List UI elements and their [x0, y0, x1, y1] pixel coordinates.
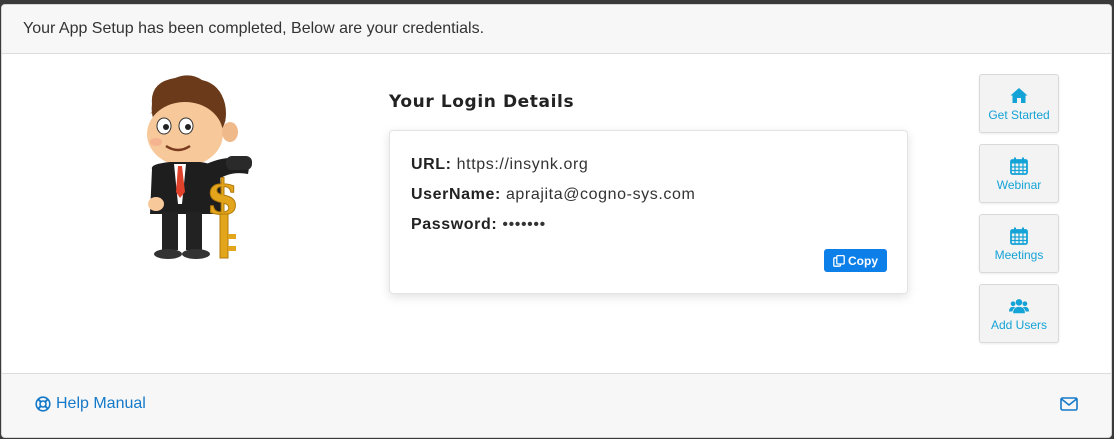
login-details-title: Your Login Details: [389, 92, 575, 112]
add-users-label: Add Users: [990, 317, 1048, 332]
meetings-label: Meetings: [994, 247, 1044, 262]
calendar-icon: [1010, 227, 1028, 245]
life-ring-icon: [35, 396, 51, 412]
username-label: UserName:: [411, 186, 501, 203]
get-started-button[interactable]: Get Started: [979, 74, 1059, 133]
card-header: Your App Setup has been completed, Below…: [2, 5, 1111, 54]
url-value: https://insynk.org: [456, 156, 589, 173]
envelope-icon[interactable]: [1060, 396, 1078, 412]
help-manual-link[interactable]: Help Manual: [35, 395, 146, 413]
username-value: aprajita@cogno-sys.com: [505, 186, 696, 203]
card-footer: Help Manual: [2, 373, 1111, 437]
setup-complete-card: Your App Setup has been completed, Below…: [1, 4, 1112, 438]
card-body: $ Your Login Details URL: https://insynk…: [2, 54, 1111, 375]
url-label: URL:: [411, 156, 452, 173]
users-icon: [1009, 298, 1029, 313]
add-users-button[interactable]: Add Users: [979, 284, 1059, 343]
password-value: •••••••: [502, 216, 546, 233]
copy-label: Copy: [848, 253, 878, 268]
businessman-with-key-illustration: $: [147, 75, 252, 259]
password-label: Password:: [411, 216, 498, 233]
get-started-label: Get Started: [988, 107, 1050, 122]
home-icon: [1010, 87, 1028, 103]
username-row: UserName: aprajita@cogno-sys.com: [411, 186, 695, 204]
setup-message: Your App Setup has been completed, Below…: [23, 20, 485, 37]
webinar-label: Webinar: [996, 177, 1042, 192]
meetings-button[interactable]: Meetings: [979, 214, 1059, 273]
copy-icon: [833, 254, 845, 267]
password-row: Password: •••••••: [411, 216, 546, 234]
calendar-icon: [1010, 157, 1028, 175]
copy-button[interactable]: Copy: [824, 249, 887, 272]
webinar-button[interactable]: Webinar: [979, 144, 1059, 203]
help-manual-label: Help Manual: [56, 395, 146, 412]
url-row: URL: https://insynk.org: [411, 156, 588, 174]
login-details-box: URL: https://insynk.org UserName: apraji…: [389, 130, 908, 294]
